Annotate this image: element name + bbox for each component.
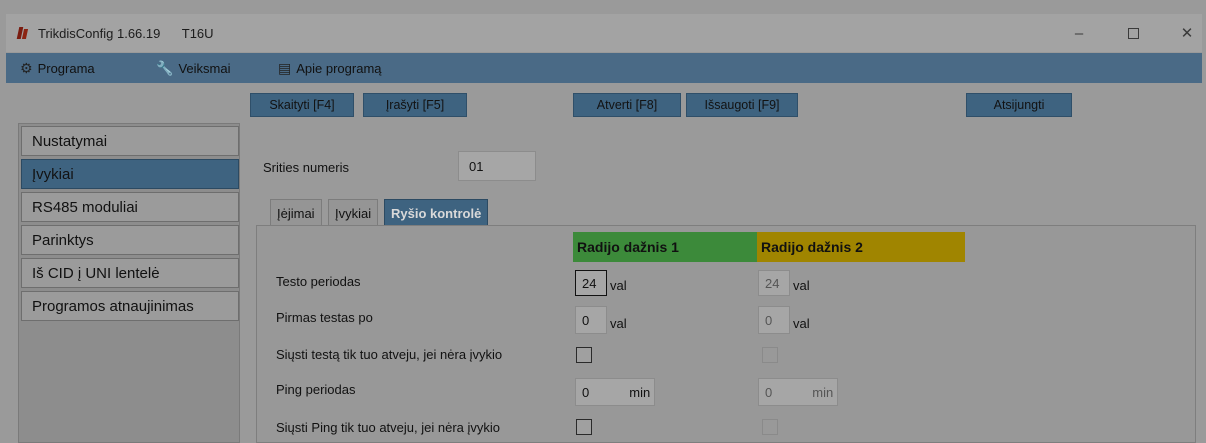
- tab-iejimai[interactable]: Įėjimai: [270, 199, 322, 226]
- radio-frequency-2-header: Radijo dažnis 2: [757, 232, 965, 262]
- tab-rysio-kontrole[interactable]: Ryšio kontrolė: [384, 199, 489, 226]
- send-test-only-label: Siųsti testą tik tuo atveju, jei nėra įv…: [276, 347, 503, 362]
- menu-bar: ⚙ Programa 🔧 Veiksmai ▤ Apie programą: [6, 53, 1202, 83]
- ping-period-1-input[interactable]: 0 min: [575, 378, 655, 406]
- area-number-label: Srities numeris: [263, 160, 349, 175]
- wrench-icon: 🔧: [156, 59, 174, 76]
- menu-veiksmai-label: Veiksmai: [178, 60, 231, 76]
- read-button[interactable]: Skaityti [F4]: [250, 93, 354, 117]
- test-period-2-unit: val: [793, 278, 810, 293]
- area-number-input[interactable]: 01: [458, 151, 536, 181]
- ping-period-label: Ping periodas: [276, 382, 356, 397]
- radio-frequency-1-header: Radijo dažnis 1: [573, 232, 757, 262]
- close-button[interactable]: ✕: [1164, 14, 1206, 52]
- send-ping-only-label: Siųsti Ping tik tuo atveju, jei nėra įvy…: [276, 420, 500, 435]
- disconnect-button[interactable]: Atsijungti: [966, 93, 1072, 117]
- test-period-1-input[interactable]: 24: [575, 270, 607, 296]
- test-period-label: Testo periodas: [276, 274, 361, 289]
- maximize-button[interactable]: [1110, 14, 1156, 52]
- send-test-only-1-checkbox[interactable]: [576, 347, 592, 363]
- app-name: TrikdisConfig 1.66.19: [38, 25, 161, 41]
- close-icon: ✕: [1180, 25, 1194, 42]
- app-window: TrikdisConfig 1.66.19 T16U – ✕ ⚙ Program…: [0, 0, 1206, 443]
- ping-period-1-unit: min: [629, 384, 651, 400]
- info-icon: ▤: [278, 59, 292, 76]
- send-ping-only-1-checkbox[interactable]: [576, 419, 592, 435]
- menu-programa-label: Programa: [37, 60, 95, 76]
- send-ping-only-2-checkbox[interactable]: [762, 419, 778, 435]
- device-name: T16U: [181, 25, 214, 41]
- first-test-label: Pirmas testas po: [276, 310, 373, 325]
- minimize-button[interactable]: –: [1056, 14, 1102, 52]
- trikdis-logo-icon: [16, 25, 30, 41]
- send-test-only-2-checkbox[interactable]: [762, 347, 778, 363]
- test-period-2-input[interactable]: 24: [758, 270, 790, 296]
- gear-icon: ⚙: [20, 59, 33, 76]
- menu-programa[interactable]: ⚙ Programa: [20, 53, 95, 83]
- maximize-icon: [1127, 27, 1139, 39]
- sidebar-item-nustatymai[interactable]: Nustatymai: [21, 126, 239, 156]
- sidebar-item-parinktys[interactable]: Parinktys: [21, 225, 239, 255]
- first-test-2-input[interactable]: 0: [758, 306, 790, 334]
- sidebar-item-atnaujinimas[interactable]: Programos atnaujinimas: [21, 291, 239, 321]
- write-button[interactable]: Įrašyti [F5]: [363, 93, 467, 117]
- first-test-2-unit: val: [793, 316, 810, 331]
- test-period-1-unit: val: [610, 278, 627, 293]
- ping-period-2-unit: min: [812, 384, 834, 400]
- ping-period-1-value: 0: [582, 384, 590, 400]
- save-button[interactable]: Išsaugoti [F9]: [686, 93, 798, 117]
- ping-period-2-input[interactable]: 0 min: [758, 378, 838, 406]
- menu-apie[interactable]: ▤ Apie programą: [278, 53, 382, 83]
- menu-apie-label: Apie programą: [296, 60, 382, 76]
- first-test-1-unit: val: [610, 316, 627, 331]
- menu-veiksmai[interactable]: 🔧 Veiksmai: [156, 53, 230, 83]
- sidebar-item-cid-uni[interactable]: Iš CID į UNI lentelė: [21, 258, 239, 288]
- first-test-1-input[interactable]: 0: [575, 306, 607, 334]
- sidebar: Nustatymai Įvykiai RS485 moduliai Parink…: [18, 123, 240, 443]
- sidebar-item-rs485[interactable]: RS485 moduliai: [21, 192, 239, 222]
- tab-ivykiai[interactable]: Įvykiai: [328, 199, 379, 226]
- sidebar-item-ivykiai[interactable]: Įvykiai: [21, 159, 239, 189]
- open-button[interactable]: Atverti [F8]: [573, 93, 681, 117]
- ping-period-2-value: 0: [765, 384, 773, 400]
- title-bar: TrikdisConfig 1.66.19 T16U – ✕: [6, 14, 1202, 52]
- window-title: TrikdisConfig 1.66.19 T16U: [38, 26, 232, 41]
- minimize-icon: –: [1074, 24, 1084, 42]
